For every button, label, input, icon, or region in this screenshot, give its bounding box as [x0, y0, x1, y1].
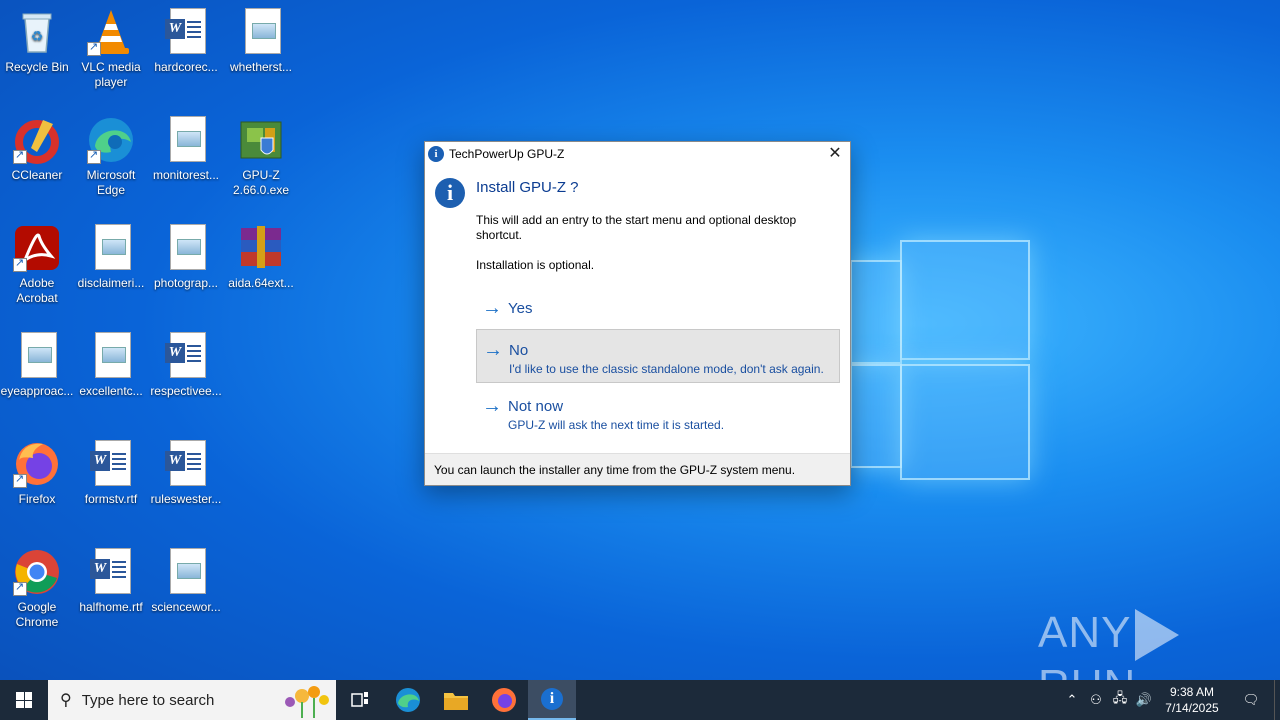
- image-document-icon: [95, 332, 131, 378]
- play-icon: [1135, 609, 1180, 662]
- arrow-right-icon: →: [482, 395, 502, 417]
- watermark-left-text: ANY: [1038, 608, 1132, 657]
- gpuz-installer-icon: [240, 121, 282, 159]
- desktop-icon-respectivee[interactable]: W respectivee...: [149, 332, 223, 399]
- info-icon: i: [541, 688, 563, 710]
- close-button[interactable]: ✕: [820, 142, 850, 166]
- chevron-up-icon[interactable]: ⌃: [1060, 692, 1084, 708]
- dialog-optional-note: Installation is optional.: [476, 258, 595, 272]
- word-document-icon: W: [90, 440, 131, 486]
- taskbar: ⚲ Type here to search i ⌃ ⚇ 🖧 🔊 9:38 AM …: [0, 680, 1280, 720]
- show-desktop-button[interactable]: [1274, 680, 1280, 720]
- desktop-icon-edge[interactable]: Microsoft Edge: [74, 116, 148, 198]
- word-document-icon: W: [165, 8, 206, 54]
- search-highlight-flowers-icon: [285, 686, 329, 718]
- info-icon: i: [428, 146, 444, 162]
- desktop-icon-hardcorec[interactable]: W hardcorec...: [149, 8, 223, 75]
- option-title: Yes: [508, 299, 533, 317]
- search-placeholder: Type here to search: [81, 691, 215, 709]
- clock-date: 7/14/2025: [1165, 701, 1219, 715]
- desktop-icon-excellentc[interactable]: excellentc...: [74, 332, 148, 399]
- desktop-icon-sciencewor[interactable]: sciencewor...: [149, 548, 223, 615]
- folder-icon: [444, 693, 468, 710]
- option-title: No: [509, 341, 529, 359]
- dialog-titlebar[interactable]: i TechPowerUp GPU-Z ✕: [425, 142, 850, 166]
- desktop-icon-formstv[interactable]: W formstv.rtf: [74, 440, 148, 507]
- desktop-icon-vlc[interactable]: VLC media player: [74, 8, 148, 90]
- desktop-icon-ruleswester[interactable]: W ruleswester...: [149, 440, 223, 507]
- desktop-icon-monitorest[interactable]: monitorest...: [149, 116, 223, 183]
- system-tray: ⌃ ⚇ 🖧 🔊 9:38 AM 7/14/2025 🗨: [1060, 680, 1280, 720]
- action-center-button[interactable]: 🗨: [1228, 692, 1274, 708]
- recycle-bin-icon: ♻: [22, 13, 52, 53]
- start-button[interactable]: [0, 680, 48, 720]
- search-icon: ⚲: [60, 692, 72, 709]
- desktop-icon-ccleaner[interactable]: CCleaner: [0, 116, 74, 183]
- desktop-icon-gpuz[interactable]: GPU-Z 2.66.0.exe: [224, 116, 298, 198]
- gpuz-install-dialog: i TechPowerUp GPU-Z ✕ i Install GPU-Z ? …: [424, 141, 851, 486]
- option-title: Not now: [508, 397, 564, 415]
- desktop-icon-disclaimeri[interactable]: disclaimeri...: [74, 224, 148, 291]
- svg-text:♻: ♻: [31, 28, 44, 44]
- dialog-heading: Install GPU-Z ?: [476, 179, 579, 196]
- clock-time: 9:38 AM: [1169, 685, 1215, 699]
- arrow-right-icon: →: [482, 297, 502, 319]
- desktop-icon-firefox[interactable]: Firefox: [0, 440, 74, 507]
- image-document-icon: [245, 8, 281, 54]
- firefox-icon: [492, 688, 516, 712]
- wallpaper-windows-logo: [850, 240, 1030, 480]
- image-document-icon: [170, 224, 206, 270]
- desktop-icon-whetherst[interactable]: whetherst...: [224, 8, 298, 75]
- image-document-icon: [95, 224, 131, 270]
- option-not-now-button[interactable]: → Not now GPU-Z will ask the next time i…: [476, 396, 840, 436]
- dialog-window-title: TechPowerUp GPU-Z: [449, 147, 565, 161]
- notification-icon: 🗨: [1242, 692, 1260, 707]
- taskbar-clock[interactable]: 9:38 AM 7/14/2025: [1156, 684, 1228, 716]
- desktop-icon-aida[interactable]: aida.64ext...: [224, 224, 298, 291]
- image-document-icon: [170, 116, 206, 162]
- taskbar-edge[interactable]: [384, 680, 432, 720]
- edge-icon: [396, 688, 420, 712]
- desktop-icon-photograp[interactable]: photograp...: [149, 224, 223, 291]
- taskbar-gpuz[interactable]: i: [528, 680, 576, 720]
- desktop-icon-halfhome[interactable]: W halfhome.rtf: [74, 548, 148, 615]
- volume-icon[interactable]: 🔊: [1132, 692, 1156, 708]
- option-no-button[interactable]: → No I'd like to use the classic standal…: [476, 329, 840, 383]
- close-icon: ✕: [828, 145, 842, 162]
- dialog-description: This will add an entry to the start menu…: [476, 213, 797, 242]
- info-large-icon: i: [435, 178, 465, 208]
- word-document-icon: W: [165, 440, 206, 486]
- image-document-icon: [21, 332, 57, 378]
- option-subtitle: GPU-Z will ask the next time it is start…: [508, 418, 725, 432]
- taskbar-firefox[interactable]: [480, 680, 528, 720]
- windows-start-icon: [16, 692, 32, 708]
- option-subtitle: I'd like to use the classic standalone m…: [509, 362, 824, 376]
- desktop-icon-eyeapproac[interactable]: eyeapproac...: [0, 332, 74, 399]
- word-document-icon: W: [90, 548, 131, 594]
- dialog-footer: You can launch the installer any time fr…: [425, 453, 850, 485]
- desktop-icon-acrobat[interactable]: Adobe Acrobat: [0, 224, 74, 306]
- winrar-archive-icon: [241, 226, 281, 268]
- desktop-icon-recycle-bin[interactable]: ♻ Recycle Bin: [0, 8, 74, 75]
- word-document-icon: W: [165, 332, 206, 378]
- task-view-icon: [351, 692, 368, 707]
- taskbar-search-box[interactable]: ⚲ Type here to search: [48, 680, 336, 720]
- meet-now-icon[interactable]: ⚇: [1084, 692, 1108, 708]
- desktop-icon-chrome[interactable]: Google Chrome: [0, 548, 74, 630]
- option-yes-button[interactable]: → Yes: [476, 298, 840, 322]
- network-icon[interactable]: 🖧: [1108, 689, 1132, 711]
- image-document-icon: [170, 548, 206, 594]
- taskbar-file-explorer[interactable]: [432, 680, 480, 720]
- arrow-right-icon: →: [483, 339, 503, 361]
- task-view-button[interactable]: [336, 680, 384, 720]
